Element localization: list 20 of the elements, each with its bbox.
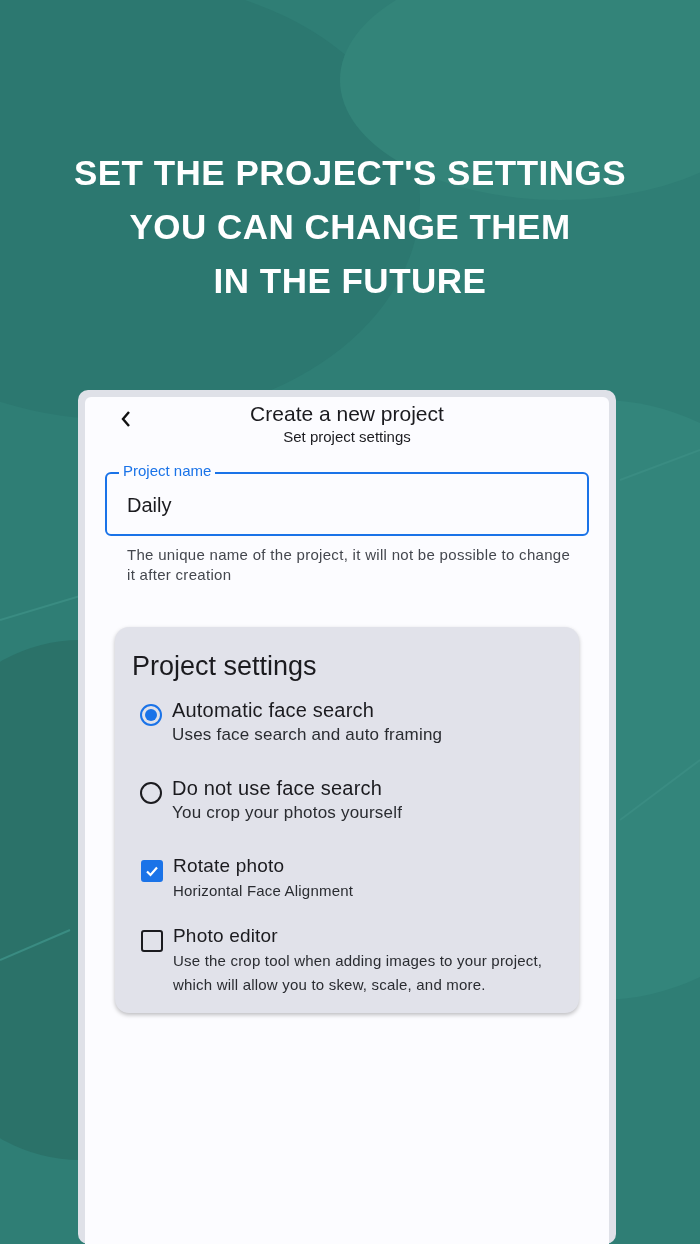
card-title: Project settings — [132, 650, 318, 683]
option-label: Automatic face search — [172, 698, 376, 723]
option-description: You crop your photos yourself — [172, 802, 403, 824]
option-description: Use the crop tool when adding images to your project, which will allow you to skew, scale, and more. — [173, 951, 544, 995]
option-description: Horizontal Face Alignment — [173, 881, 354, 901]
option-label: Photo editor — [173, 924, 279, 948]
field-label: Project name — [119, 462, 216, 480]
radio-button[interactable] — [140, 782, 162, 804]
headline: SET THE PROJECT'S SETTINGS YOU CAN CHANGE THEM IN THE FUTURE — [73, 152, 627, 302]
screen-title: Create a new project — [250, 401, 444, 427]
checkbox[interactable] — [141, 860, 163, 882]
option-description: Uses face search and auto framing — [172, 724, 443, 746]
field-value: Daily — [127, 493, 172, 517]
radio-button[interactable] — [140, 704, 162, 726]
screen-subtitle: Set project settings — [282, 427, 412, 447]
option-label: Do not use face search — [172, 776, 384, 801]
checkbox[interactable] — [141, 930, 163, 952]
option-label: Rotate photo — [173, 854, 286, 878]
chevron-left-icon — [120, 410, 132, 428]
helper-text: The unique name of the project, it will not be possible to change it after creation — [127, 545, 572, 585]
